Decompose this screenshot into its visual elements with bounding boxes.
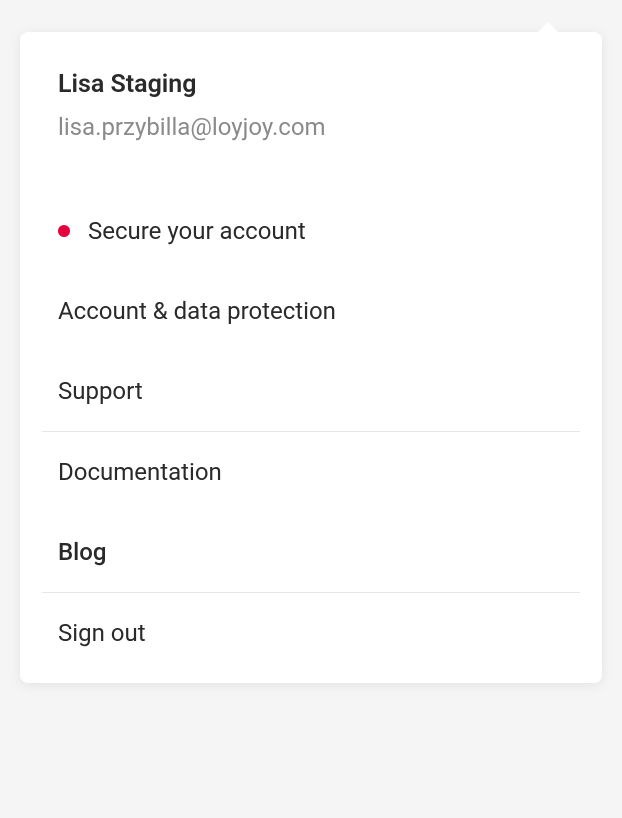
menu-item-account-protection[interactable]: Account & data protection xyxy=(20,271,602,351)
menu-item-label: Blog xyxy=(58,538,107,566)
menu-list-secondary: Documentation Blog xyxy=(20,432,602,592)
menu-item-label: Sign out xyxy=(58,619,146,647)
menu-item-label: Account & data protection xyxy=(58,297,336,325)
menu-list: Secure your account Account & data prote… xyxy=(20,191,602,431)
user-info-header: Lisa Staging lisa.przybilla@loyjoy.com xyxy=(20,32,602,151)
menu-item-support[interactable]: Support xyxy=(20,351,602,431)
menu-item-documentation[interactable]: Documentation xyxy=(20,432,602,512)
menu-item-label: Secure your account xyxy=(88,217,306,245)
menu-item-label: Documentation xyxy=(58,458,222,486)
menu-item-label: Support xyxy=(58,377,143,405)
user-dropdown-panel: Lisa Staging lisa.przybilla@loyjoy.com S… xyxy=(20,32,602,683)
menu-item-sign-out[interactable]: Sign out xyxy=(20,593,602,673)
menu-list-footer: Sign out xyxy=(20,593,602,673)
menu-item-blog[interactable]: Blog xyxy=(20,512,602,592)
menu-item-secure-account[interactable]: Secure your account xyxy=(20,191,602,271)
user-email: lisa.przybilla@loyjoy.com xyxy=(58,113,564,141)
alert-dot-icon xyxy=(58,225,70,237)
user-name: Lisa Staging xyxy=(58,70,564,99)
